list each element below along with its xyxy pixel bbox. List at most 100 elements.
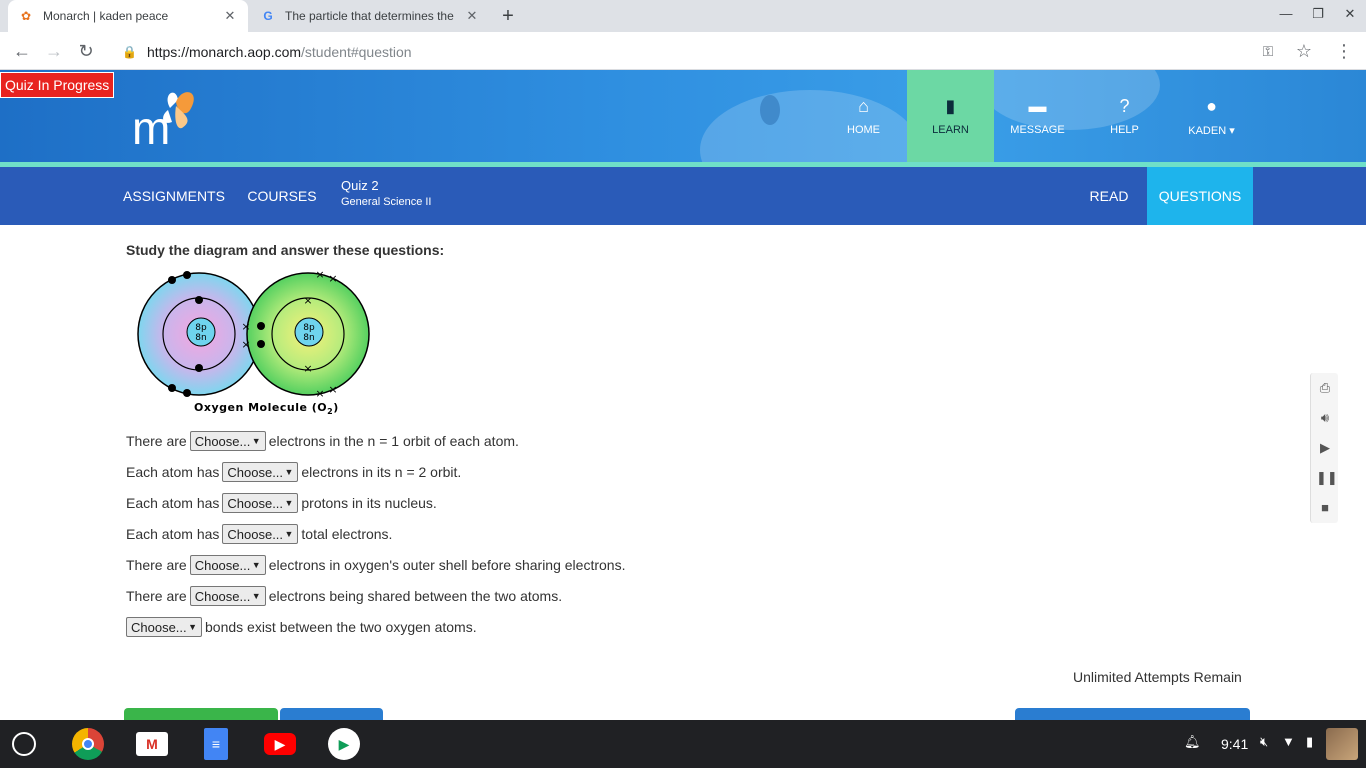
nav-label: MESSAGE — [1010, 124, 1065, 136]
tab-monarch[interactable]: ✿ Monarch | kaden peace ✕ — [8, 0, 248, 32]
lock-icon: 🔒 — [122, 45, 137, 59]
question-row: There are Choose... ▼ electrons being sha… — [126, 585, 562, 607]
question-text-before: There are — [126, 588, 187, 604]
answer-dropdown[interactable]: Choose... ▼ — [222, 462, 299, 482]
monarch-logo[interactable]: m — [132, 86, 202, 154]
close-tab-icon[interactable]: ✕ — [464, 8, 480, 24]
pause-icon[interactable]: ❚❚ — [1316, 469, 1338, 487]
minimize-icon[interactable]: — — [1274, 6, 1298, 26]
answer-dropdown[interactable]: Choose... ▼ — [189, 586, 266, 606]
nav-home[interactable]: ⌂ HOME — [820, 70, 907, 162]
question-row: Choose... ▼ bonds exist between the two o… — [126, 616, 477, 638]
print-icon[interactable]: ⎙ — [1316, 379, 1334, 397]
close-window-icon[interactable]: ✕ — [1338, 6, 1362, 26]
system-clock[interactable]: 9:41 — [1221, 736, 1248, 752]
chat-icon: ▬ — [1028, 96, 1047, 116]
notification-bell-icon[interactable]: 🔔︎ — [1184, 734, 1201, 750]
quiz-breadcrumb: Quiz 2 General Science II — [341, 178, 432, 208]
volume-icon[interactable]: 🔊︎ — [1316, 409, 1334, 427]
url-path: /student#question — [301, 44, 412, 60]
mute-icon[interactable]: 🔇︎ — [1260, 734, 1268, 750]
launcher-icon[interactable] — [12, 732, 36, 756]
forward-arrow-icon[interactable]: → — [42, 40, 66, 62]
answer-dropdown[interactable]: Choose... ▼ — [189, 431, 266, 451]
svg-text:×: × — [315, 387, 324, 400]
question-row: There are Choose... ▼ electrons in oxygen… — [126, 554, 625, 576]
answer-dropdown[interactable]: Choose... ▼ — [222, 524, 299, 544]
svg-text:×: × — [241, 338, 250, 351]
nav-label: HELP — [1110, 124, 1139, 136]
answer-dropdown[interactable]: Choose... ▼ — [189, 555, 266, 575]
question-text-after: electrons in the n = 1 orbit of each ato… — [268, 433, 519, 449]
play-store-icon[interactable]: ▶ — [328, 728, 360, 760]
google-icon: G — [263, 9, 273, 23]
svg-text:8n: 8n — [195, 333, 206, 343]
quiz-title: Quiz 2 — [341, 178, 379, 193]
question-row: Each atom has Choose... ▼ total electrons… — [126, 523, 392, 545]
attempts-remaining: Unlimited Attempts Remain — [1073, 669, 1242, 685]
user-icon: ● — [1206, 95, 1217, 116]
svg-text:×: × — [241, 320, 250, 333]
question-row: Each atom has Choose... ▼ protons in its … — [126, 492, 437, 514]
question-text-before: Each atom has — [126, 526, 220, 542]
assignments-link[interactable]: ASSIGNMENTS — [123, 167, 225, 225]
svg-text:8p: 8p — [303, 323, 315, 333]
question-text-before: Each atom has — [126, 464, 220, 480]
tab-title: The particle that determines the — [285, 9, 454, 23]
address-bar[interactable]: 🔒 https://monarch.aop.com/student#questi… — [108, 39, 1318, 65]
user-avatar[interactable] — [1326, 728, 1358, 760]
courses-link[interactable]: COURSES — [246, 167, 318, 225]
chrome-icon[interactable] — [72, 728, 104, 760]
dropdown-arrow-icon: ▼ — [284, 498, 294, 508]
docs-icon[interactable]: ≡ — [204, 728, 228, 760]
url-host: https://monarch.aop.com — [146, 44, 302, 60]
wifi-icon[interactable]: ▼ — [1282, 734, 1295, 749]
nav-message[interactable]: ▬ MESSAGE — [994, 70, 1081, 162]
nav-user-menu[interactable]: ● KADEN ▾ — [1168, 70, 1255, 162]
answer-dropdown[interactable]: Choose... ▼ — [222, 493, 299, 513]
restore-icon[interactable]: ❐ — [1306, 6, 1330, 26]
nav-help[interactable]: ? HELP — [1081, 70, 1168, 162]
svg-text:8p: 8p — [195, 323, 207, 333]
play-icon[interactable]: ▶ — [1316, 439, 1334, 457]
nav-learn[interactable]: ▮ LEARN — [907, 70, 994, 162]
quiz-in-progress-badge: Quiz In Progress — [0, 72, 115, 98]
tab-google[interactable]: G The particle that determines the ✕ — [250, 0, 490, 32]
nav-label: KADEN — [1188, 124, 1227, 137]
help-icon: ? — [1119, 96, 1130, 116]
question-text-after: total electrons. — [301, 526, 393, 542]
svg-text:×: × — [303, 362, 312, 375]
svg-text:m: m — [132, 102, 170, 148]
menu-dots-icon[interactable]: ⋮ — [1332, 40, 1356, 62]
svg-text:×: × — [315, 268, 324, 281]
close-tab-icon[interactable]: ✕ — [222, 8, 238, 24]
svg-text:Oxygen Molecule (O2): Oxygen Molecule (O2) — [194, 401, 339, 416]
battery-icon[interactable]: ▮ — [1306, 734, 1313, 750]
book-icon: ▮ — [945, 96, 956, 116]
tab-title: Monarch | kaden peace — [43, 9, 169, 23]
question-text-after: bonds exist between the two oxygen atoms… — [205, 619, 477, 635]
question-row: There are Choose... ▼ electrons in the n … — [126, 430, 519, 452]
back-arrow-icon[interactable]: ← — [10, 40, 34, 62]
svg-text:8n: 8n — [303, 333, 314, 343]
key-icon[interactable]: ⚿ — [1256, 40, 1280, 62]
youtube-icon[interactable]: ▶ — [264, 733, 296, 755]
reload-icon[interactable]: ↻ — [74, 40, 98, 62]
dropdown-arrow-icon: ▼ — [188, 622, 197, 632]
star-icon[interactable]: ☆ — [1292, 40, 1316, 62]
new-tab-button[interactable]: + — [494, 3, 522, 29]
caret-down-icon: ▾ — [1226, 124, 1235, 137]
read-tab[interactable]: READ — [1082, 167, 1136, 225]
questions-tab[interactable]: QUESTIONS — [1147, 167, 1253, 225]
stop-icon[interactable]: ■ — [1316, 499, 1334, 517]
dropdown-arrow-icon: ▼ — [251, 560, 261, 570]
question-text-before: There are — [126, 557, 187, 573]
gmail-icon[interactable]: M — [136, 732, 168, 756]
question-text-after: protons in its nucleus. — [301, 495, 437, 511]
home-icon: ⌂ — [858, 96, 869, 116]
answer-dropdown[interactable]: Choose... ▼ — [126, 617, 202, 637]
question-text-before: Each atom has — [126, 495, 220, 511]
question-row: Each atom has Choose... ▼ electrons in it… — [126, 461, 461, 483]
svg-text:×: × — [328, 272, 337, 285]
nav-label: LEARN — [932, 124, 969, 136]
